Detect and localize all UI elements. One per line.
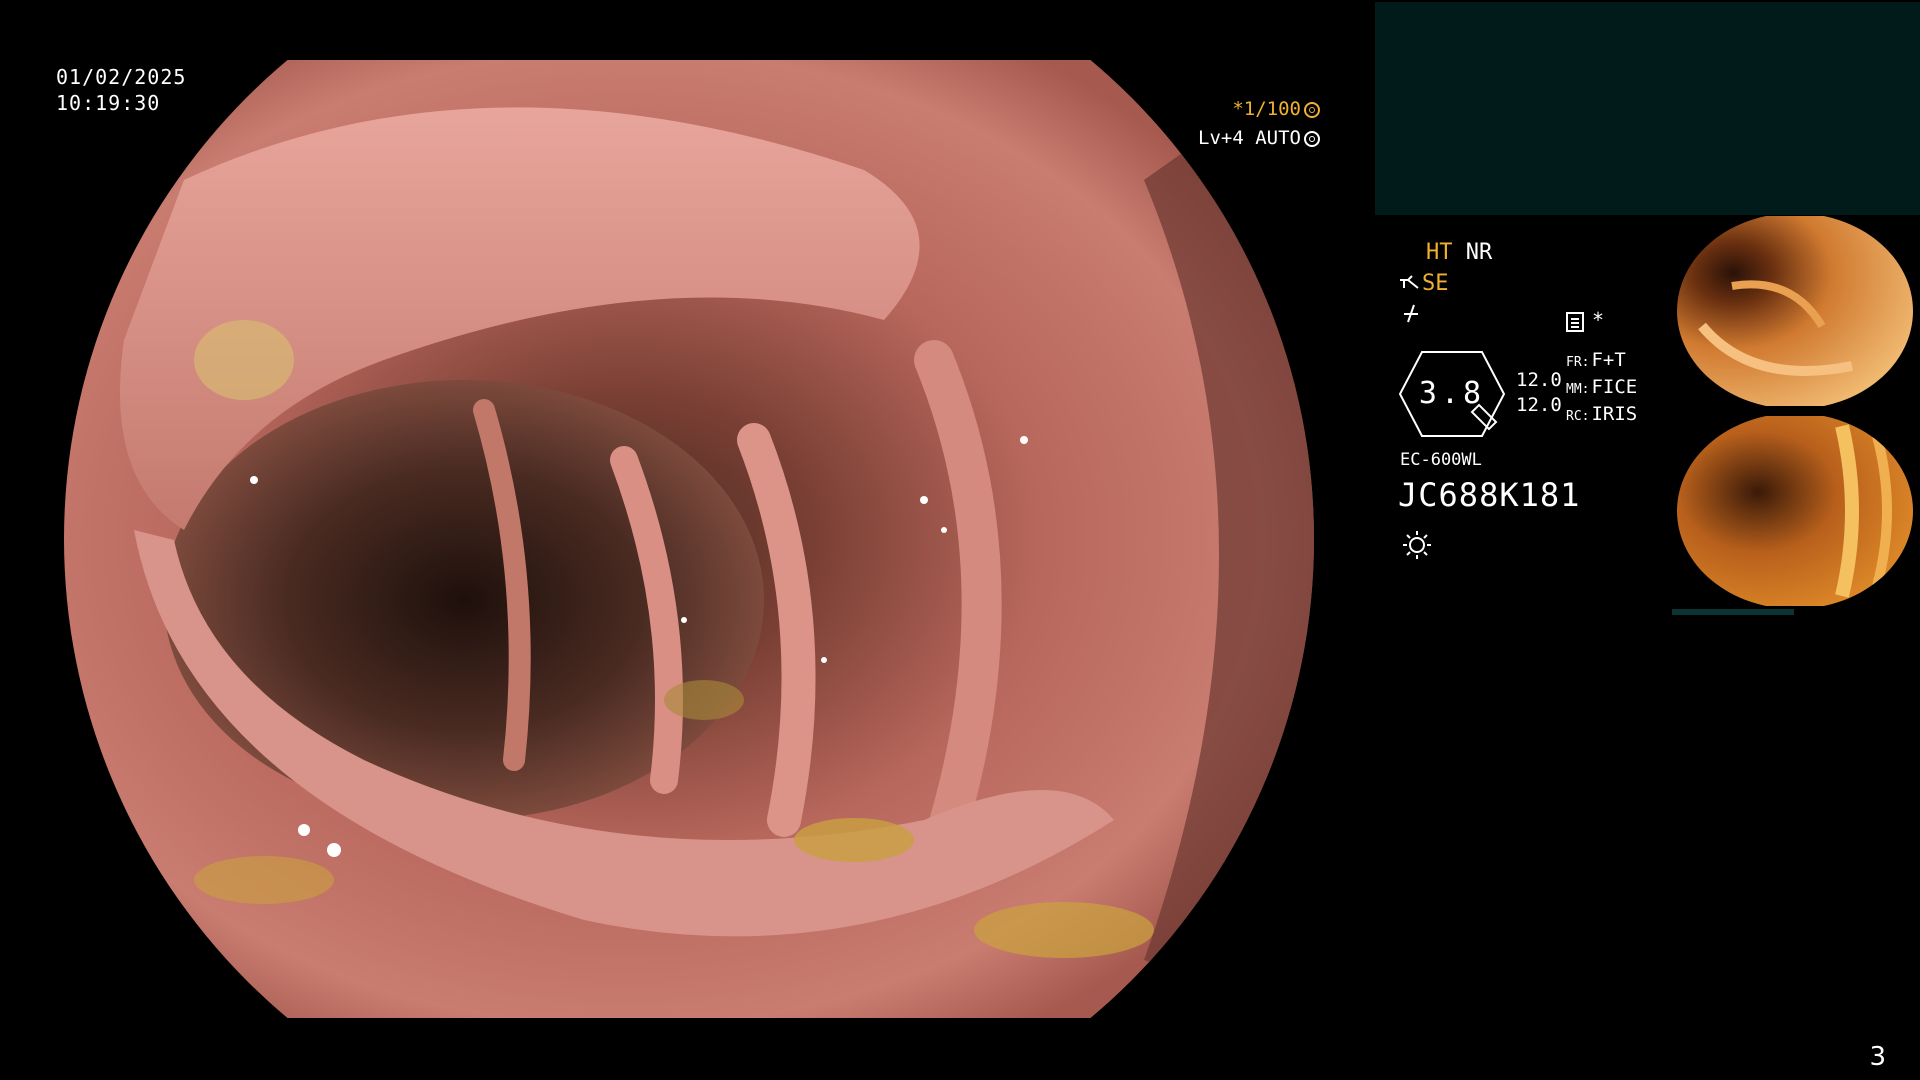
brightness-level-readout: Lv+4 AUTO xyxy=(1198,127,1320,149)
shutter-text: *1/100 xyxy=(1232,98,1301,120)
rc-key: RC: xyxy=(1566,409,1590,424)
fr-value: F+T xyxy=(1591,349,1626,371)
rc-value: IRIS xyxy=(1591,403,1638,425)
level-text: Lv+4 AUTO xyxy=(1198,127,1301,149)
page-number: 3 xyxy=(1869,1042,1886,1072)
captured-thumbnail-1[interactable] xyxy=(1672,216,1918,406)
se-row: SE xyxy=(1398,271,1449,296)
date-text: 01/02/2025 xyxy=(56,65,187,89)
mm-value: FICE xyxy=(1591,376,1638,398)
captured-thumbnail-2[interactable] xyxy=(1672,416,1918,606)
ht-nr-row: HT NR xyxy=(1426,240,1492,265)
memory-marker: * xyxy=(1592,308,1605,332)
structure-enhancement-icon xyxy=(1400,275,1419,289)
endoscopic-image xyxy=(64,60,1314,1018)
freeze-icon xyxy=(1404,304,1418,323)
time-text: 10:19:30 xyxy=(56,91,161,115)
shutter-readout: *1/100 xyxy=(1232,98,1320,120)
se-label: SE xyxy=(1422,271,1449,296)
date-time-readout: 01/02/2025 10:19:30 xyxy=(56,64,186,116)
fr-key: FR: xyxy=(1566,355,1590,370)
thumbnail-indicator-bar xyxy=(1672,609,1794,615)
ht-label: HT xyxy=(1426,240,1453,265)
iris-icon xyxy=(1304,130,1320,147)
endoscopy-monitor-screen: 01/02/2025 10:19:30 *1/100 Lv+4 AUTO HT … xyxy=(0,0,1920,1080)
nr-label: NR xyxy=(1465,240,1493,265)
light-source-icon xyxy=(1402,530,1432,564)
zoom-badge: 3.8 xyxy=(1398,350,1506,438)
value-column: 12.0 12.0 xyxy=(1516,368,1562,418)
mode-column: FR: F+T MM: FICE RC: IRIS xyxy=(1566,348,1637,429)
mm-key: MM: xyxy=(1566,382,1590,397)
scope-model: EC-600WL xyxy=(1400,450,1482,470)
value-2: 12.0 xyxy=(1516,394,1562,416)
aperture-icon xyxy=(1304,101,1320,118)
info-panel-blank xyxy=(1375,2,1920,215)
memory-icon xyxy=(1566,311,1584,332)
freeze-row xyxy=(1400,302,1422,330)
memory-row: * xyxy=(1566,308,1604,332)
zoom-value: 3.8 xyxy=(1418,376,1486,411)
value-1: 12.0 xyxy=(1516,369,1562,391)
scope-serial: JC688K181 xyxy=(1398,476,1581,514)
